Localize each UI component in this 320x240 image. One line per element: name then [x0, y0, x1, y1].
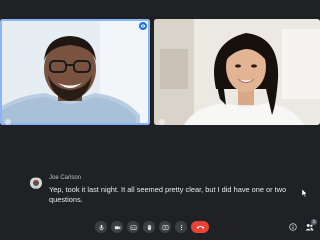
captions-icon [130, 224, 136, 230]
raise-hand-icon [147, 224, 151, 230]
microphone-button[interactable] [95, 221, 107, 233]
captions-button[interactable] [127, 221, 139, 233]
caption-speaker-avatar [30, 177, 42, 189]
info-icon [289, 223, 297, 231]
video-tile-joe-carlson[interactable] [0, 19, 150, 125]
present-icon [162, 224, 168, 230]
end-call-button[interactable] [191, 221, 209, 233]
speaking-indicator-icon [139, 22, 147, 30]
video-tile-participant-2[interactable] [154, 19, 320, 125]
present-button[interactable] [159, 221, 171, 233]
mouse-cursor-icon [301, 184, 308, 198]
participant-count-badge: 2 [311, 219, 317, 225]
more-options-button[interactable] [175, 221, 187, 233]
camera-icon [114, 225, 120, 229]
more-options-icon [180, 224, 182, 230]
participant-video-joe [0, 19, 150, 125]
meeting-info-button[interactable] [288, 222, 298, 232]
tile-options-icon[interactable] [158, 113, 166, 125]
caption-text: Yep, took it last night. It all seemed p… [49, 185, 287, 204]
raise-hand-button[interactable] [143, 221, 155, 233]
end-call-icon [196, 226, 204, 229]
participant-video-woman [154, 19, 320, 125]
call-controls-bar: 2 [0, 219, 320, 237]
participants-button[interactable]: 2 [304, 219, 317, 232]
camera-button[interactable] [111, 221, 123, 233]
microphone-icon [98, 224, 104, 230]
caption-speaker-name: Joe Carlson [49, 175, 82, 181]
tile-options-icon[interactable] [4, 113, 12, 125]
